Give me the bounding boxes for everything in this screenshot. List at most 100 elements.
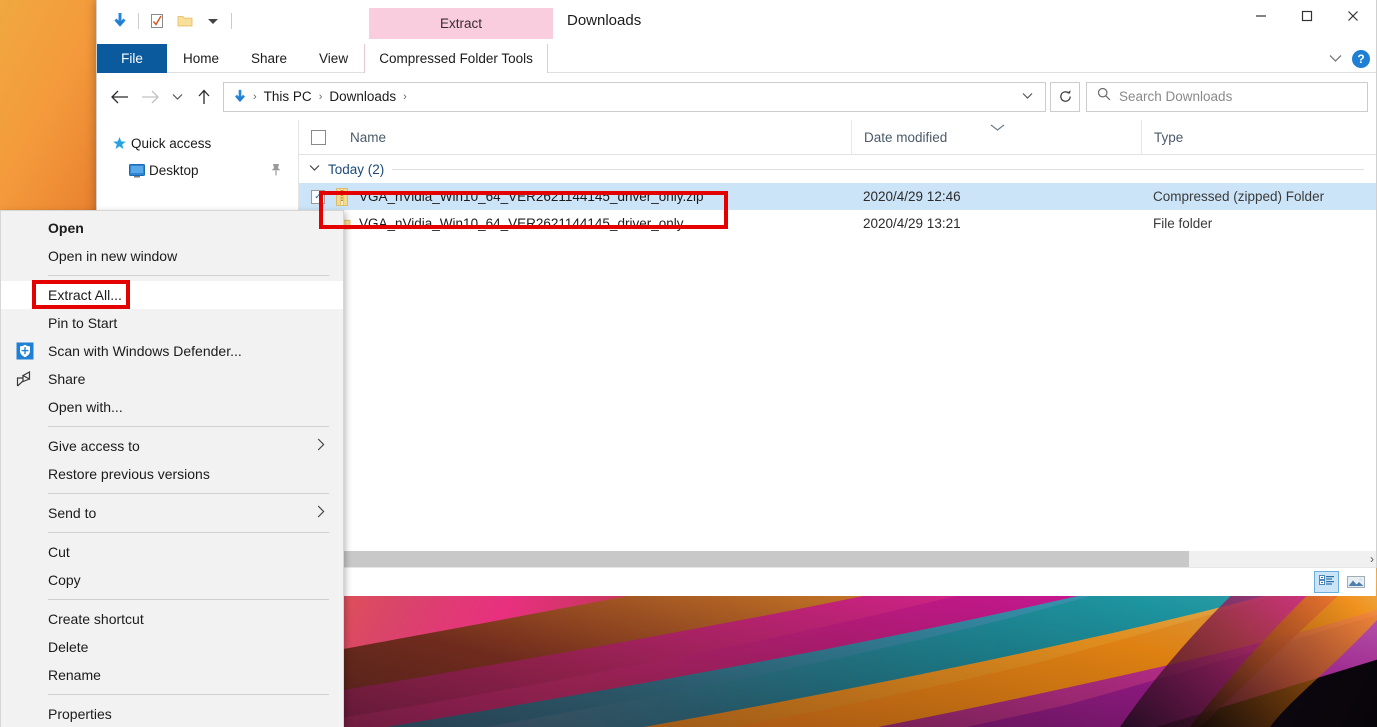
- scroll-right-icon[interactable]: ›: [1370, 552, 1374, 566]
- qat-separator-1: [138, 13, 139, 29]
- pin-icon[interactable]: [270, 163, 282, 179]
- menu-item-label: Scan with Windows Defender...: [48, 343, 242, 359]
- chevron-right-icon: [317, 438, 325, 454]
- search-input[interactable]: Search Downloads: [1119, 89, 1232, 104]
- menu-separator: [48, 599, 329, 600]
- select-all-checkbox[interactable]: [311, 129, 326, 145]
- table-row[interactable]: ✓ VGA_nVidia_Win10_64_VER2621144145_driv…: [299, 183, 1376, 210]
- menu-item-restore-previous-versions[interactable]: Restore previous versions: [1, 460, 343, 488]
- chevron-down-icon[interactable]: [309, 163, 320, 175]
- search-icon: [1097, 87, 1111, 106]
- table-row[interactable]: VGA_nVidia_Win10_64_VER2621144145_driver…: [299, 210, 1376, 237]
- close-button[interactable]: [1330, 0, 1376, 32]
- column-headers: Name Date modified Type: [299, 119, 1376, 155]
- window-controls: [1238, 0, 1376, 32]
- properties-icon[interactable]: [143, 7, 171, 35]
- sidebar-item-desktop[interactable]: Desktop: [97, 157, 298, 184]
- menu-item-label: Open in new window: [48, 248, 178, 264]
- row-checkbox[interactable]: ✓: [311, 189, 325, 204]
- help-icon[interactable]: ?: [1352, 49, 1370, 68]
- menu-item-open-in-new-window[interactable]: Open in new window: [1, 242, 343, 270]
- menu-item-copy[interactable]: Copy: [1, 566, 343, 594]
- forward-button[interactable]: [135, 82, 165, 112]
- breadcrumb-item-downloads[interactable]: Downloads: [325, 89, 400, 104]
- up-button[interactable]: [189, 82, 219, 112]
- tab-share[interactable]: Share: [235, 44, 303, 73]
- menu-separator: [48, 275, 329, 276]
- search-box[interactable]: Search Downloads: [1086, 81, 1368, 112]
- menu-item-label: Cut: [48, 544, 70, 560]
- sidebar-item-label-quick-access: Quick access: [131, 136, 212, 151]
- tab-view[interactable]: View: [303, 44, 364, 73]
- recent-locations-button[interactable]: [165, 82, 189, 112]
- menu-item-label: Send to: [48, 505, 97, 521]
- column-header-date-modified[interactable]: Date modified: [851, 119, 1141, 155]
- menu-item-label: Open: [48, 220, 84, 236]
- menu-item-rename[interactable]: Rename: [1, 661, 343, 689]
- menu-item-cut[interactable]: Cut: [1, 538, 343, 566]
- menu-item-share[interactable]: Share: [1, 365, 343, 393]
- menu-separator: [48, 426, 329, 427]
- large-icons-view-button[interactable]: [1343, 571, 1368, 593]
- address-box[interactable]: › This PC › Downloads ›: [223, 81, 1046, 112]
- group-header-today[interactable]: Today (2): [299, 155, 1376, 183]
- qat-separator-2: [231, 13, 232, 29]
- sidebar-item-label-desktop: Desktop: [149, 163, 199, 178]
- column-header-name[interactable]: Name: [299, 120, 851, 155]
- downloads-icon[interactable]: [106, 7, 134, 35]
- ribbon-right-controls: ?: [1329, 44, 1370, 73]
- menu-item-extract-all[interactable]: Extract All...: [1, 281, 343, 309]
- title-bar: Extract Downloads: [97, 0, 1376, 44]
- menu-separator: [48, 532, 329, 533]
- horizontal-scrollbar[interactable]: ›: [299, 551, 1376, 567]
- tab-compressed-folder-tools[interactable]: Compressed Folder Tools: [364, 44, 549, 73]
- menu-item-label: Pin to Start: [48, 315, 118, 331]
- menu-item-pin-to-start[interactable]: Pin to Start: [1, 309, 343, 337]
- breadcrumb-item-this-pc[interactable]: This PC: [260, 89, 316, 104]
- chevron-down-icon[interactable]: [1329, 50, 1342, 68]
- menu-item-label: Rename: [48, 667, 101, 683]
- menu-item-label: Properties: [48, 706, 112, 722]
- maximize-button[interactable]: [1284, 0, 1330, 32]
- column-header-type[interactable]: Type: [1141, 119, 1376, 155]
- star-icon: [111, 136, 127, 152]
- back-button[interactable]: [105, 82, 135, 112]
- row-date-cell: 2020/4/29 12:46: [863, 189, 961, 204]
- customize-qat-icon[interactable]: [199, 7, 227, 35]
- column-header-label-type: Type: [1154, 129, 1184, 145]
- tab-home[interactable]: Home: [167, 44, 235, 73]
- menu-item-send-to[interactable]: Send to: [1, 499, 343, 527]
- menu-item-label: Restore previous versions: [48, 466, 210, 482]
- details-view-button[interactable]: [1314, 571, 1339, 593]
- breadcrumb-sep-2[interactable]: ›: [402, 91, 408, 103]
- menu-item-properties[interactable]: Properties: [1, 700, 343, 727]
- group-header-line: [392, 168, 1364, 170]
- menu-item-scan-with-windows-defender[interactable]: Scan with Windows Defender...: [1, 337, 343, 365]
- ribbon-tab-strip: File Home Share View Compressed Folder T…: [97, 44, 1376, 73]
- row-name-cell: VGA_nVidia_Win10_64_VER2621144145_driver…: [299, 215, 851, 233]
- column-header-label-name: Name: [350, 129, 387, 145]
- menu-item-label: Create shortcut: [48, 611, 144, 627]
- row-name-label: VGA_nVidia_Win10_64_VER2621144145_driver…: [359, 189, 704, 204]
- menu-item-label: Share: [48, 371, 86, 387]
- address-dropdown-icon[interactable]: [1016, 91, 1039, 103]
- sidebar-item-quick-access[interactable]: Quick access: [97, 130, 298, 157]
- row-name-label: VGA_nVidia_Win10_64_VER2621144145_driver…: [359, 216, 684, 231]
- horizontal-scrollbar-thumb[interactable]: [299, 551, 1189, 567]
- new-folder-icon[interactable]: [171, 7, 199, 35]
- menu-item-give-access-to[interactable]: Give access to: [1, 432, 343, 460]
- breadcrumb-sep-1: ›: [318, 90, 323, 103]
- minimize-button[interactable]: [1238, 0, 1284, 32]
- menu-item-open-with[interactable]: Open with...: [1, 393, 343, 421]
- window-title: Downloads: [567, 12, 642, 29]
- menu-separator: [48, 694, 329, 695]
- menu-item-create-shortcut[interactable]: Create shortcut: [1, 605, 343, 633]
- address-bar-row: › This PC › Downloads › Search Downloads: [97, 73, 1376, 120]
- tab-file[interactable]: File: [97, 44, 167, 73]
- quick-access-toolbar: [106, 6, 236, 36]
- breadcrumb-root-icon[interactable]: [230, 89, 250, 105]
- refresh-button[interactable]: [1050, 81, 1080, 112]
- menu-item-open[interactable]: Open: [1, 214, 343, 242]
- row-type-cell: Compressed (zipped) Folder: [1153, 189, 1325, 204]
- menu-item-delete[interactable]: Delete: [1, 633, 343, 661]
